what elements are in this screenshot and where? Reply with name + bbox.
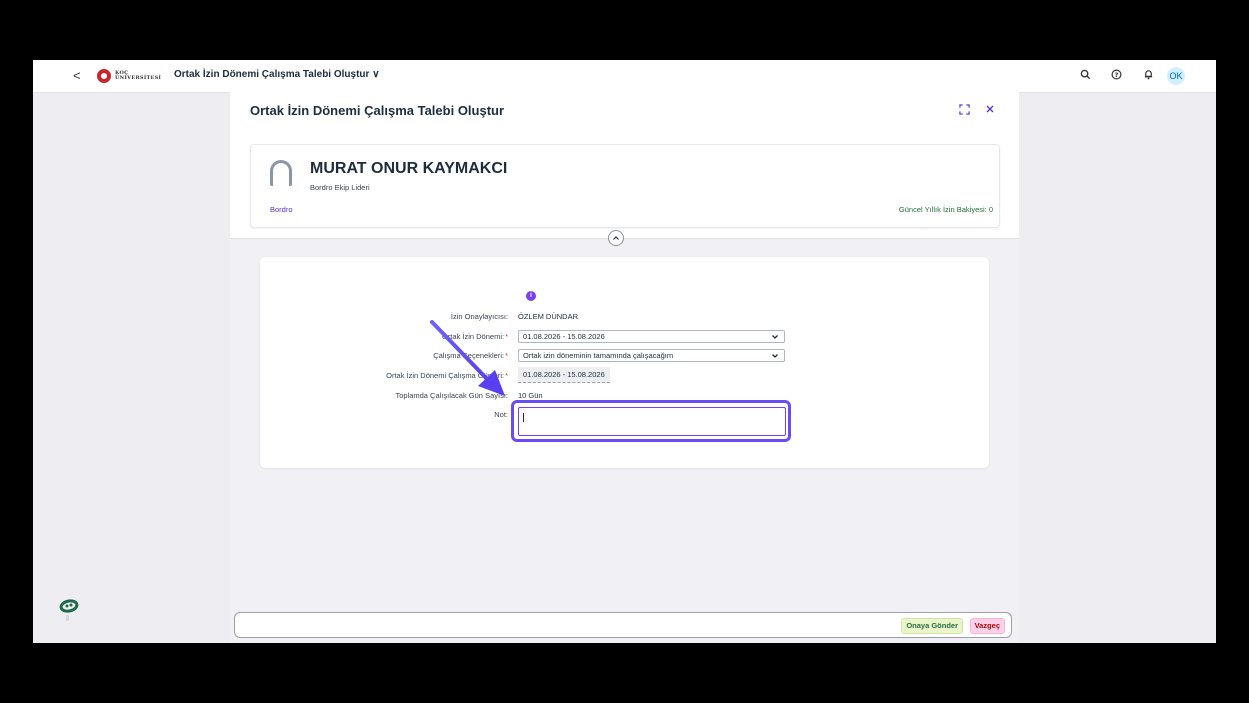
leave-balance: Güncel Yıllık İzin Bakiyesi: 0 [898, 205, 993, 214]
chevron-down-icon[interactable] [771, 350, 779, 363]
dates-token: 01.08.2026 - 15.08.2026 [518, 367, 610, 383]
footer-toolbar: Onaya Gönder Vazgeç [234, 612, 1012, 638]
page-header: Ortak İzin Dönemi Çalışma Talebi Oluştur… [230, 92, 1019, 239]
logo-text: KOÇ ÜNİVERSİTESİ [115, 70, 162, 81]
total-days-label: Toplamda Çalışılacak Gün Sayısı: [395, 391, 508, 400]
koc-university-logo[interactable]: KOÇ ÜNİVERSİTESİ [97, 69, 169, 83]
dates-label: Ortak İzin Dönemi Çalışma Günleri:* [386, 371, 508, 380]
approver-value: ÖZLEM DÜNDAR [518, 312, 579, 321]
required-mark: * [505, 371, 508, 380]
page-title: Ortak İzin Dönemi Çalışma Talebi Oluştur [250, 103, 505, 118]
note-textarea[interactable] [518, 407, 786, 436]
total-days-value: 10 Gün [518, 391, 543, 400]
bell-icon[interactable] [1143, 69, 1154, 83]
close-icon[interactable] [985, 104, 995, 117]
text-caret [523, 413, 524, 422]
options-value: Ortak izin döneminin tamamında çalışacağ… [523, 351, 674, 360]
period-value: 01.08.2026 - 15.08.2026 [523, 332, 605, 341]
app-frame: < KOÇ ÜNİVERSİTESİ Ortak İzin Dönemi Çalı… [33, 60, 1216, 643]
approver-label: İzin Onaylayıcısı: [450, 312, 508, 321]
collapse-header-button[interactable] [608, 230, 624, 246]
back-icon[interactable]: < [73, 68, 81, 83]
period-select[interactable]: 01.08.2026 - 15.08.2026 [518, 330, 785, 343]
user-avatar[interactable]: OK [1167, 67, 1185, 85]
cancel-button[interactable]: Vazgeç [969, 618, 1005, 634]
request-form: i İzin Onaylayıcısı: ÖZLEM DÜNDAR Ortak … [260, 257, 989, 468]
svg-text:?: ? [1115, 71, 1119, 79]
chevron-down-icon[interactable] [771, 331, 779, 344]
app-title-menu[interactable]: Ortak İzin Dönemi Çalışma Talebi Oluştur… [174, 69, 380, 80]
fullscreen-icon[interactable] [959, 104, 970, 118]
logo-emblem-icon [97, 69, 111, 83]
employee-role: Bordro Ekip Lideri [310, 183, 370, 192]
department-link[interactable]: Bordro [270, 205, 293, 214]
period-label: Ortak İzin Dönemi:* [441, 332, 508, 341]
employee-card: MURAT ONUR KAYMAKCI Bordro Ekip Lideri B… [250, 144, 1000, 228]
person-icon [270, 160, 292, 186]
collapse-icon [613, 236, 619, 240]
options-select[interactable]: Ortak izin döneminin tamamında çalışacağ… [518, 349, 785, 362]
required-mark: * [505, 351, 508, 360]
employee-name: MURAT ONUR KAYMAKCI [310, 160, 508, 177]
submit-button[interactable]: Onaya Gönder [901, 618, 963, 634]
required-mark: * [505, 332, 508, 341]
help-icon[interactable]: ? [1111, 69, 1122, 83]
search-icon[interactable] [1080, 69, 1091, 83]
note-label: Not: [494, 410, 508, 419]
info-icon[interactable]: i [526, 291, 536, 301]
joule-icon[interactable] [57, 599, 79, 623]
shell-bar: < KOÇ ÜNİVERSİTESİ Ortak İzin Dönemi Çalı… [33, 60, 1216, 93]
options-label: Çalışma Seçenekleri:* [433, 351, 508, 360]
object-page: Ortak İzin Dönemi Çalışma Talebi Oluştur… [230, 92, 1019, 643]
